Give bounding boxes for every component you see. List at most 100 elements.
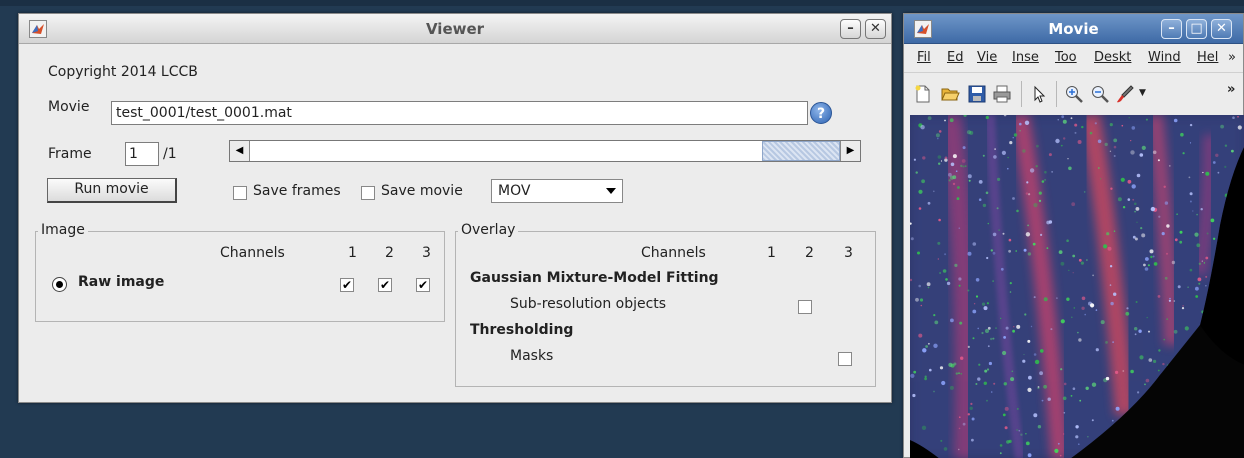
help-icon[interactable]: ? bbox=[810, 102, 832, 124]
masks-checkbox[interactable] bbox=[838, 352, 852, 366]
speckle bbox=[1062, 119, 1067, 124]
speckle bbox=[937, 241, 941, 245]
speckle bbox=[1066, 297, 1070, 301]
pointer-icon[interactable] bbox=[1029, 84, 1049, 104]
speckle bbox=[1073, 307, 1076, 309]
save-movie-checkbox[interactable] bbox=[361, 186, 375, 200]
speckle bbox=[987, 222, 990, 225]
menu-tools[interactable]: Too bbox=[1055, 50, 1077, 65]
run-movie-button[interactable]: Run movie bbox=[47, 178, 177, 203]
toolbar-separator bbox=[1056, 81, 1057, 107]
speckle bbox=[1134, 237, 1138, 241]
speckle bbox=[1023, 353, 1025, 356]
save-icon[interactable] bbox=[967, 84, 987, 104]
brush-dropdown-icon[interactable]: ▼ bbox=[1139, 88, 1146, 98]
speckle bbox=[985, 115, 989, 120]
close-icon[interactable]: ✕ bbox=[865, 19, 886, 39]
frame-input[interactable]: 1 bbox=[125, 142, 159, 166]
speckle bbox=[1060, 261, 1065, 266]
movie-format-dropdown[interactable]: MOV bbox=[491, 179, 623, 203]
speckle bbox=[1220, 124, 1224, 129]
speckle bbox=[983, 306, 988, 311]
speckle bbox=[1086, 259, 1088, 261]
speckle bbox=[1130, 369, 1134, 374]
speckle bbox=[1016, 429, 1018, 431]
movie-path-field[interactable]: test_0001/test_0001.mat bbox=[111, 101, 808, 125]
speckle bbox=[1035, 165, 1038, 168]
speckle bbox=[1027, 339, 1031, 343]
menu-view[interactable]: Vie bbox=[977, 50, 997, 65]
viewer-title: Viewer bbox=[425, 20, 485, 38]
menu-help[interactable]: Hel bbox=[1197, 50, 1218, 65]
speckle bbox=[1024, 313, 1027, 316]
zoom-out-icon[interactable] bbox=[1090, 84, 1110, 104]
thresholding-heading: Thresholding bbox=[470, 322, 574, 338]
channel-2-checkbox[interactable]: ✔ bbox=[378, 278, 392, 292]
speckle bbox=[971, 417, 975, 421]
minimize-icon[interactable]: – bbox=[840, 19, 861, 39]
speckle bbox=[1198, 262, 1202, 265]
zoom-in-icon[interactable] bbox=[1064, 84, 1084, 104]
speckle bbox=[944, 253, 947, 256]
slider-right-arrow-icon[interactable]: ▶ bbox=[840, 141, 860, 161]
movie-toolbar: ▼ » bbox=[904, 72, 1243, 112]
speckle bbox=[1109, 150, 1112, 152]
menu-desktop[interactable]: Deskt bbox=[1094, 50, 1131, 65]
speckle bbox=[1121, 124, 1124, 127]
close-icon[interactable]: ✕ bbox=[1211, 19, 1232, 39]
speckle bbox=[1189, 142, 1192, 144]
speckle bbox=[1110, 301, 1114, 306]
sub-resolution-objects-checkbox[interactable] bbox=[798, 300, 812, 314]
open-folder-icon[interactable] bbox=[940, 84, 960, 104]
channel-1-checkbox[interactable]: ✔ bbox=[340, 278, 354, 292]
speckle bbox=[1176, 213, 1178, 215]
speckle bbox=[1134, 210, 1136, 213]
menu-edit[interactable]: Ed bbox=[947, 50, 963, 65]
speckle bbox=[1027, 252, 1032, 256]
slider-left-arrow-icon[interactable]: ◀ bbox=[230, 141, 250, 161]
speckle bbox=[1196, 213, 1198, 216]
menu-overflow-icon[interactable]: » bbox=[1228, 50, 1236, 65]
chevron-down-icon bbox=[606, 188, 616, 194]
new-file-icon[interactable] bbox=[913, 84, 933, 104]
print-icon[interactable] bbox=[992, 84, 1012, 104]
movie-image-area[interactable] bbox=[910, 115, 1244, 458]
toolbar-overflow-icon[interactable]: » bbox=[1227, 82, 1235, 97]
speckle bbox=[1043, 384, 1047, 389]
speckle bbox=[937, 258, 939, 260]
overlay-panel-title: Overlay bbox=[458, 222, 519, 238]
speckle bbox=[971, 438, 974, 442]
frame-slider[interactable]: ◀ ▶ bbox=[229, 140, 861, 162]
speckle bbox=[1171, 260, 1176, 265]
menu-file[interactable]: Fil bbox=[917, 50, 931, 65]
speckle bbox=[1025, 433, 1027, 435]
speckle bbox=[1113, 292, 1117, 296]
speckle bbox=[1068, 269, 1070, 271]
raw-image-radio[interactable] bbox=[52, 277, 67, 292]
save-frames-checkbox[interactable] bbox=[233, 186, 247, 200]
speckle bbox=[1113, 145, 1117, 149]
menu-insert[interactable]: Inse bbox=[1012, 50, 1039, 65]
speckle bbox=[1000, 317, 1002, 319]
speckle bbox=[981, 331, 984, 335]
movie-title-bar[interactable]: Movie – □ ✕ bbox=[904, 14, 1243, 44]
speckle bbox=[990, 249, 993, 252]
speckle bbox=[1012, 137, 1014, 139]
slider-thumb[interactable] bbox=[762, 141, 840, 161]
channel-3-checkbox[interactable]: ✔ bbox=[416, 278, 430, 292]
overlay-channel-number: 3 bbox=[844, 245, 853, 261]
speckle bbox=[1182, 305, 1184, 307]
speckle bbox=[1080, 261, 1084, 265]
viewer-title-bar[interactable]: Viewer – ✕ bbox=[19, 14, 891, 44]
speckle bbox=[1029, 168, 1035, 173]
minimize-icon[interactable]: – bbox=[1161, 19, 1182, 39]
speckle bbox=[1189, 268, 1193, 272]
speckle bbox=[922, 156, 926, 160]
speckle bbox=[998, 229, 1000, 231]
speckle bbox=[1000, 267, 1004, 271]
speckle bbox=[996, 207, 999, 210]
menu-window[interactable]: Wind bbox=[1148, 50, 1181, 65]
maximize-icon[interactable]: □ bbox=[1186, 19, 1207, 39]
speckle bbox=[1196, 243, 1201, 248]
brush-icon[interactable] bbox=[1115, 84, 1135, 104]
